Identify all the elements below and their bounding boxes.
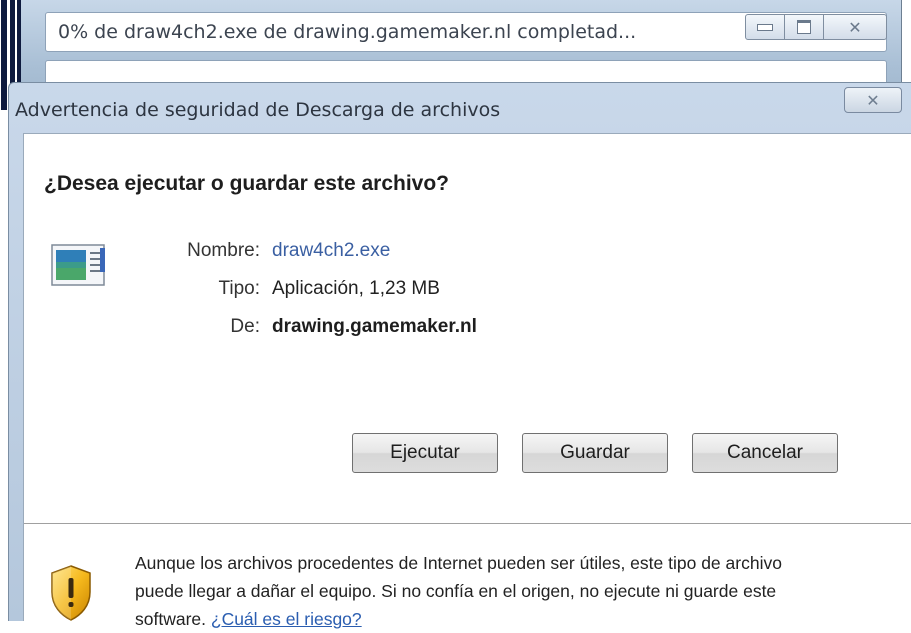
maximize-button[interactable]: [785, 14, 824, 40]
security-warning-dialog: Advertencia de seguridad de Descarga de …: [8, 82, 911, 629]
close-icon: ✕: [848, 17, 862, 37]
dialog-question: ¿Desea ejecutar o guardar este archivo?: [44, 172, 449, 195]
file-info-values: draw4ch2.exe Aplicación, 1,23 MB drawing…: [272, 240, 672, 380]
file-info-labels: Nombre: Tipo: De:: [84, 240, 260, 380]
file-type-value: Aplicación, 1,23 MB: [272, 278, 440, 299]
warning-section: Aunque los archivos procedentes de Inter…: [24, 524, 911, 629]
download-progress-title: 0% de draw4ch2.exe de drawing.gamemaker.…: [58, 21, 637, 43]
dialog-body: ¿Desea ejecutar o guardar este archivo? …: [23, 133, 911, 629]
file-name-label: Nombre:: [187, 240, 260, 261]
file-type-label: Tipo:: [218, 278, 260, 299]
minimize-icon: [757, 23, 773, 31]
cancel-button[interactable]: Cancelar: [692, 433, 838, 473]
file-name-value: draw4ch2.exe: [272, 240, 391, 261]
run-button[interactable]: Ejecutar: [352, 433, 498, 473]
file-source-label: De:: [230, 316, 260, 337]
window-controls: ✕: [745, 14, 887, 40]
maximize-icon: [797, 20, 811, 34]
warning-message: Aunque los archivos procedentes de Inter…: [135, 549, 825, 633]
save-button[interactable]: Guardar: [522, 433, 668, 473]
background-close-button[interactable]: ✕: [824, 14, 887, 40]
minimize-button[interactable]: [745, 14, 785, 40]
dialog-title: Advertencia de seguridad de Descarga de …: [15, 99, 501, 121]
dialog-close-button[interactable]: ✕: [844, 87, 902, 113]
file-source-value: drawing.gamemaker.nl: [272, 316, 477, 337]
security-shield-icon: [51, 565, 91, 621]
close-icon: ✕: [866, 90, 880, 110]
dialog-titlebar[interactable]: Advertencia de seguridad de Descarga de …: [9, 83, 911, 131]
risk-info-link[interactable]: ¿Cuál es el riesgo?: [211, 609, 362, 629]
